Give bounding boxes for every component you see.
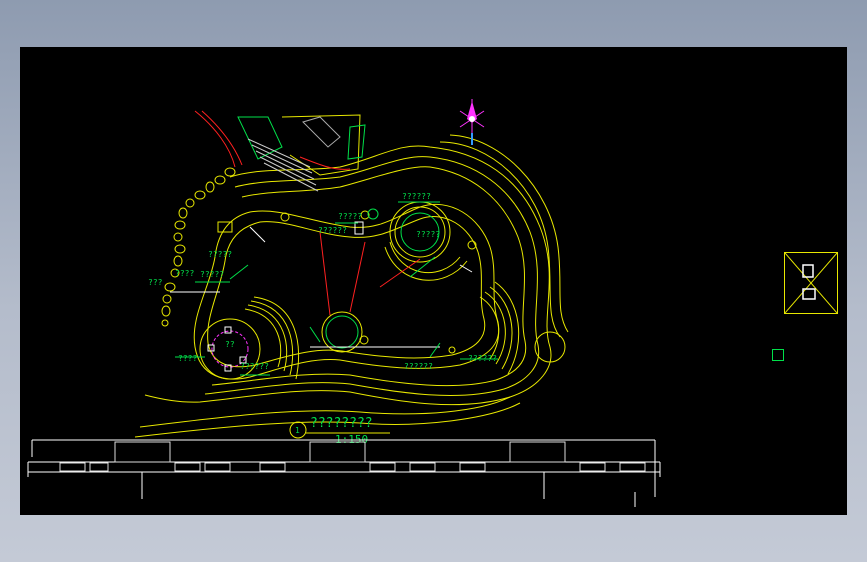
drawing-title: ???????? (310, 416, 373, 431)
label-left-a: ???? (175, 269, 194, 278)
circular-plaza-center (321, 311, 363, 353)
label-circle-right: ????? (416, 230, 440, 239)
label-left-b: ????? (200, 270, 224, 279)
label-circle-top: ?????? (402, 192, 431, 201)
label-left-down: ???? (178, 354, 197, 363)
label-top-mid: ????? (338, 212, 362, 221)
label-top-center: ?????? (318, 226, 347, 235)
right-edge-curves (439, 134, 569, 338)
callout-number: 1 (295, 426, 300, 435)
ucs-marker-icon (772, 349, 784, 361)
site-plan-drawing: ?????? ????? ?????? ????? ??? ???? ?????… (27, 99, 661, 507)
north-arrow-icon (459, 99, 485, 145)
cad-canvas[interactable]: ?????? ????? ?????? ????? ??? ???? ?????… (20, 47, 847, 515)
view-cube-icon[interactable] (784, 252, 838, 314)
elevation-strip (27, 439, 661, 507)
label-right-arc: ?????? (468, 354, 497, 363)
label-bottom-left: ?????? (240, 362, 269, 371)
rock-cluster (161, 167, 236, 327)
label-fountain: ?? (225, 340, 235, 349)
label-left-far: ??? (148, 278, 163, 287)
circular-plaza-right (384, 201, 468, 281)
label-left-c: ????? (208, 250, 232, 259)
label-right-low: ?????? (404, 362, 433, 371)
building-top (194, 110, 366, 192)
